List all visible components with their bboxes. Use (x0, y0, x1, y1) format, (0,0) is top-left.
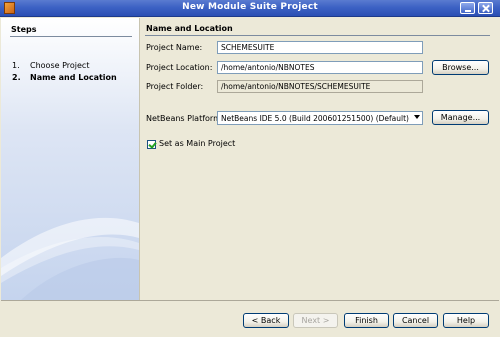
project-folder-field: /home/antonio/NBNOTES/SCHEMESUITE (217, 80, 423, 93)
step-label: Name and Location (30, 73, 117, 82)
step-item-choose-project: 1. Choose Project (12, 61, 89, 70)
step-item-name-and-location: 2. Name and Location (12, 73, 117, 82)
netbeans-platform-select[interactable]: NetBeans IDE 5.0 (Build 200601251500) (D… (217, 111, 423, 125)
project-name-label: Project Name: (146, 43, 203, 52)
steps-divider (10, 36, 132, 37)
project-location-field[interactable]: /home/antonio/NBNOTES (217, 61, 423, 74)
panel-divider (139, 18, 140, 300)
close-button[interactable] (478, 2, 493, 14)
button-bar: < Back Next > Finish Cancel Help (0, 301, 500, 337)
netbeans-platform-label: NetBeans Platform: (146, 114, 224, 123)
project-name-field[interactable]: SCHEMESUITE (217, 41, 423, 54)
steps-panel: Steps 1. Choose Project 2. Name and Locati… (1, 18, 139, 300)
panel-title-divider (145, 35, 490, 36)
project-location-label: Project Location: (146, 63, 213, 72)
netbeans-platform-value: NetBeans IDE 5.0 (Build 200601251500) (D… (221, 114, 409, 123)
minimize-button[interactable] (460, 2, 475, 14)
project-folder-label: Project Folder: (146, 82, 204, 91)
decorative-swoosh (1, 217, 139, 300)
main-project-label: Set as Main Project (159, 139, 236, 148)
title-bar: New Module Suite Project (0, 0, 500, 17)
step-label: Choose Project (30, 61, 90, 70)
help-button[interactable]: Help (443, 313, 489, 328)
steps-header: Steps (11, 25, 37, 34)
finish-button[interactable]: Finish (344, 313, 389, 328)
back-button[interactable]: < Back (243, 313, 289, 328)
chevron-down-icon[interactable] (414, 115, 420, 119)
browse-button[interactable]: Browse... (432, 60, 489, 75)
minimize-icon (461, 3, 474, 13)
next-button[interactable]: Next > (293, 313, 338, 328)
cancel-button[interactable]: Cancel (393, 313, 438, 328)
window-title: New Module Suite Project (182, 2, 318, 12)
main-project-checkbox[interactable] (147, 140, 156, 149)
panel-title: Name and Location (146, 24, 233, 33)
step-number: 1. (12, 61, 20, 70)
manage-button[interactable]: Manage... (432, 110, 489, 125)
close-icon (479, 3, 492, 13)
step-number: 2. (12, 73, 21, 82)
